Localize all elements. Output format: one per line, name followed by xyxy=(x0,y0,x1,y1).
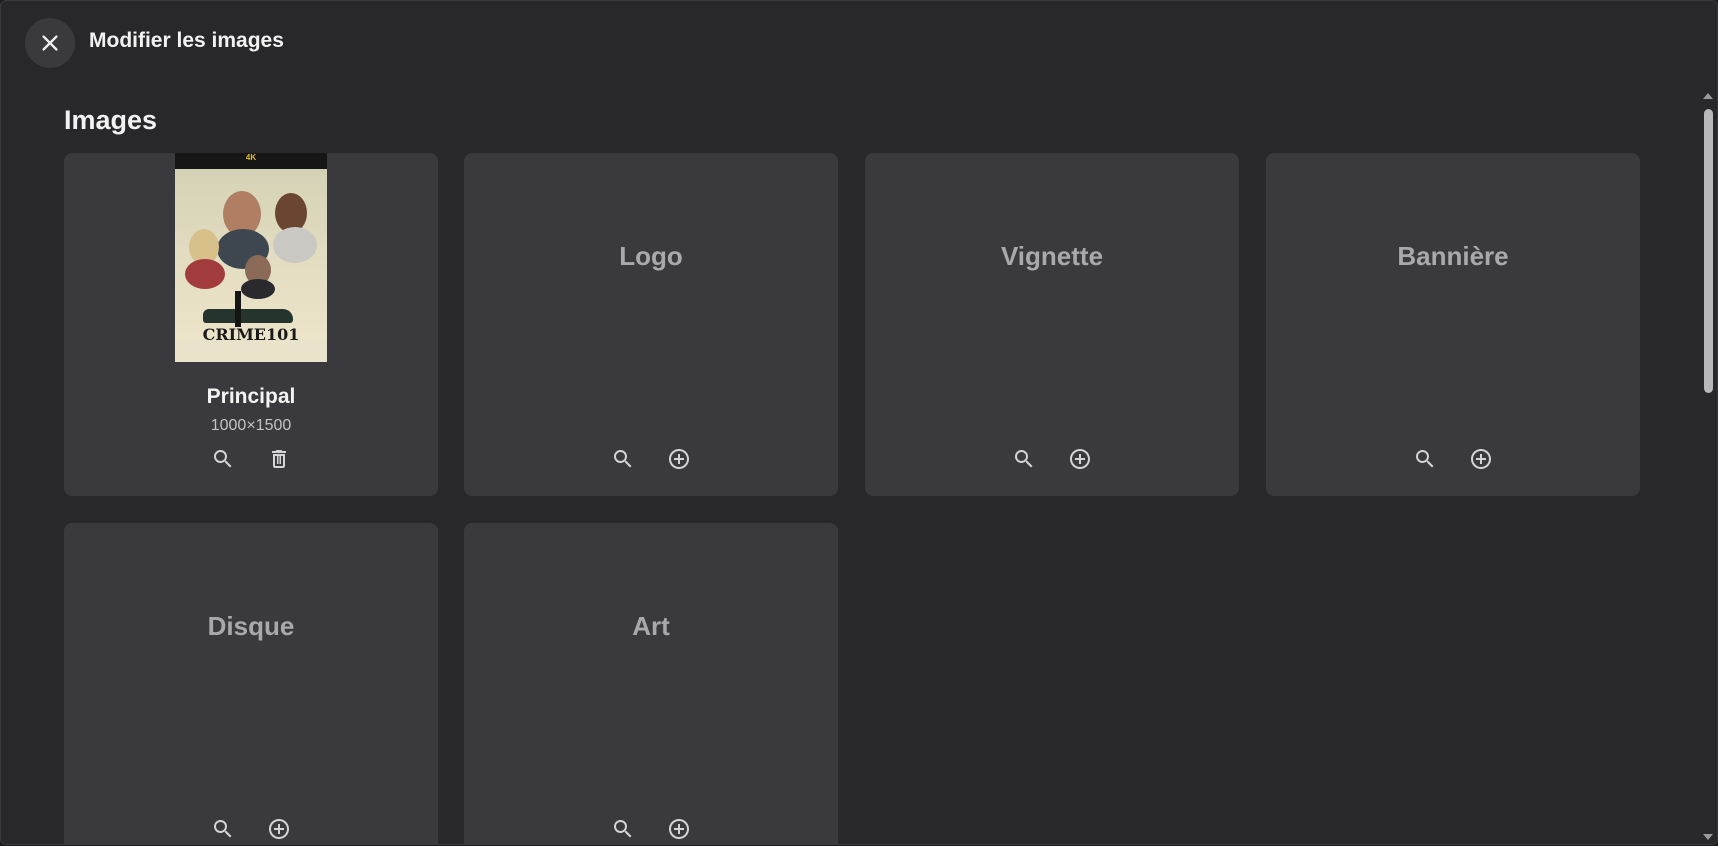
card-label: Vignette xyxy=(1000,241,1104,271)
scroll-up-arrow-icon[interactable] xyxy=(1703,93,1713,99)
card-actions xyxy=(464,813,838,844)
upload-button[interactable] xyxy=(663,443,695,475)
search-button[interactable] xyxy=(1008,443,1040,475)
delete-button[interactable] xyxy=(263,443,295,475)
image-dimensions: 1000×1500 xyxy=(210,417,292,434)
image-card-principal: 4K CRIME101 Principal 1000×1500 xyxy=(64,153,438,496)
scroll-thumb[interactable] xyxy=(1704,109,1713,393)
search-button[interactable] xyxy=(607,813,639,844)
card-label: Principal xyxy=(206,385,296,408)
add-circle-icon xyxy=(669,449,689,469)
vertical-scrollbar[interactable] xyxy=(1699,85,1717,844)
upload-button[interactable] xyxy=(1064,443,1096,475)
edit-images-dialog: Modifier les images Images 4K CRIME101 P… xyxy=(0,0,1718,845)
add-circle-icon xyxy=(269,819,289,839)
poster-title: CRIME101 xyxy=(202,325,300,344)
section-title: Images xyxy=(64,105,158,135)
image-card-banniere: Bannière xyxy=(1266,153,1640,496)
close-button[interactable] xyxy=(25,18,75,68)
card-actions xyxy=(464,443,838,475)
search-button[interactable] xyxy=(207,813,239,844)
card-actions xyxy=(1266,443,1640,475)
upload-button[interactable] xyxy=(663,813,695,844)
dialog-header: Modifier les images xyxy=(1,1,1717,85)
card-actions xyxy=(865,443,1239,475)
add-circle-icon xyxy=(1070,449,1090,469)
upload-button[interactable] xyxy=(263,813,295,844)
image-card-disque: Disque xyxy=(64,523,438,844)
card-label: Logo xyxy=(619,241,683,271)
search-icon xyxy=(214,450,232,468)
image-card-art: Art xyxy=(464,523,838,844)
search-icon xyxy=(614,820,632,838)
add-circle-icon xyxy=(669,819,689,839)
card-label: Disque xyxy=(207,611,295,641)
card-label: Art xyxy=(632,611,670,641)
scroll-down-arrow-icon[interactable] xyxy=(1703,834,1713,840)
search-button[interactable] xyxy=(607,443,639,475)
poster-artwork xyxy=(175,169,327,339)
search-icon xyxy=(1015,450,1033,468)
image-card-logo: Logo xyxy=(464,153,838,496)
search-button[interactable] xyxy=(1409,443,1441,475)
search-icon xyxy=(214,820,232,838)
image-card-vignette: Vignette xyxy=(865,153,1239,496)
poster-image[interactable]: 4K CRIME101 xyxy=(175,153,327,362)
poster-4k-badge: 4K xyxy=(245,153,257,162)
poster-banner: 4K xyxy=(175,153,327,169)
trash-icon xyxy=(272,450,286,468)
card-actions xyxy=(64,443,438,475)
card-actions xyxy=(64,813,438,844)
card-label: Bannière xyxy=(1397,241,1509,271)
search-icon xyxy=(1416,450,1434,468)
search-icon xyxy=(614,450,632,468)
upload-button[interactable] xyxy=(1465,443,1497,475)
search-button[interactable] xyxy=(207,443,239,475)
close-icon xyxy=(42,35,58,51)
dialog-title: Modifier les images xyxy=(89,29,284,52)
add-circle-icon xyxy=(1471,449,1491,469)
